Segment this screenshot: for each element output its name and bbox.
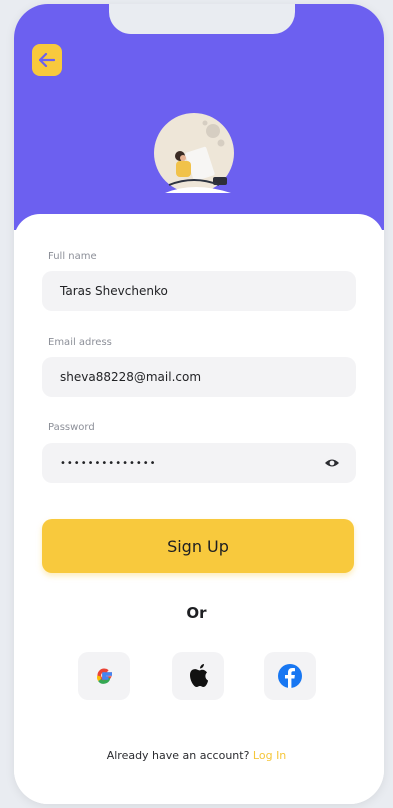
login-link[interactable]: Log In	[253, 749, 286, 762]
google-signin-button[interactable]	[78, 652, 130, 700]
facebook-signin-button[interactable]	[264, 652, 316, 700]
back-button[interactable]	[32, 44, 62, 76]
email-field[interactable]: sheva88228@mail.com	[42, 357, 356, 397]
moon-illustration	[154, 113, 234, 193]
header-banner	[14, 4, 384, 230]
full-name-label: Full name	[48, 251, 97, 262]
email-label: Email adress	[48, 337, 112, 348]
device-notch	[109, 4, 295, 34]
login-prompt: Already have an account? Log In	[0, 749, 393, 762]
password-value: ••••••••••••••	[60, 457, 157, 469]
login-prompt-text: Already have an account?	[106, 749, 250, 762]
apple-icon	[190, 664, 208, 687]
google-icon	[97, 668, 112, 684]
full-name-value: Taras Shevchenko	[60, 284, 168, 298]
apple-signin-button[interactable]	[172, 652, 224, 700]
sign-up-label: Sign Up	[167, 536, 229, 556]
eye-icon[interactable]	[324, 456, 340, 470]
arrow-left-icon	[39, 53, 55, 67]
password-label: Password	[48, 422, 95, 433]
facebook-icon	[278, 664, 302, 688]
sign-up-button[interactable]: Sign Up	[42, 519, 354, 573]
password-field[interactable]: ••••••••••••••	[42, 443, 356, 483]
full-name-field[interactable]: Taras Shevchenko	[42, 271, 356, 311]
email-value: sheva88228@mail.com	[60, 370, 202, 384]
or-separator: Or	[186, 604, 207, 622]
